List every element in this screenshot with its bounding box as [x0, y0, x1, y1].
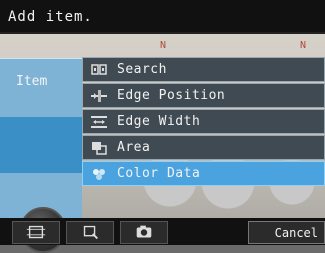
image-marker: N: [300, 40, 307, 51]
menu-item-edge-width[interactable]: Edge Width: [82, 109, 325, 134]
color-data-icon: [93, 169, 105, 180]
add-item-menu: Search Edge Position Edge Width Area Col…: [82, 57, 325, 217]
menu-item-label: Edge Position: [117, 88, 226, 103]
cancel-button[interactable]: Cancel: [248, 221, 325, 244]
edge-position-icon: [91, 90, 107, 102]
zoom-button[interactable]: [66, 221, 114, 244]
menu-item-area[interactable]: Area: [82, 135, 325, 160]
menu-item-label: Color Data: [117, 166, 201, 181]
cancel-label: Cancel: [274, 226, 318, 240]
camera-button[interactable]: [120, 221, 168, 244]
edge-width-icon: [91, 116, 107, 128]
menu-item-edge-position[interactable]: Edge Position: [82, 83, 325, 108]
menu-item-color-data[interactable]: Color Data: [82, 161, 325, 186]
item-tab[interactable]: [0, 117, 82, 173]
title-bar: Add item.: [0, 0, 325, 34]
bottom-toolbar: Cancel: [0, 218, 325, 245]
image-marker: N: [160, 40, 167, 51]
dialog-title: Add item.: [8, 9, 93, 25]
menu-item-label: Edge Width: [117, 114, 201, 129]
zoom-icon: [83, 225, 98, 240]
frame-icon: [26, 225, 46, 239]
menu-item-label: Area: [117, 140, 151, 155]
area-icon: [92, 142, 107, 155]
frame-button[interactable]: [12, 221, 60, 244]
menu-item-label: Search: [117, 62, 167, 77]
menu-item-search[interactable]: Search: [82, 57, 325, 82]
title-divider: [0, 32, 325, 34]
camera-icon: [136, 225, 152, 238]
item-tab-label: Item: [16, 74, 48, 89]
search-icon: [91, 64, 107, 75]
